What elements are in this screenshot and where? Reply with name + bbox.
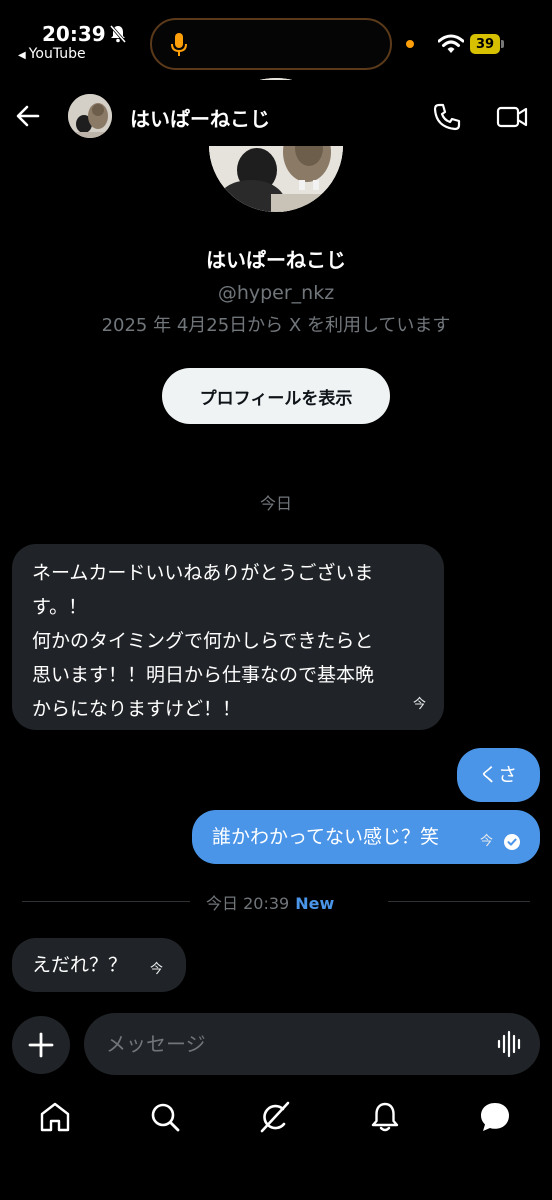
plus-icon	[28, 1032, 54, 1058]
view-profile-button[interactable]: プロフィールを表示	[162, 368, 390, 424]
message-text: くさ	[479, 764, 518, 786]
status-bar: 20:39 ◀ YouTube 39	[0, 0, 552, 80]
sent-message-bubble[interactable]: 誰かわかってない感じ？笑 今	[192, 810, 540, 864]
battery-level: 39	[470, 34, 500, 54]
message-timestamp: 今	[480, 834, 494, 849]
joined-date-text: 2025 年 4月25日から X を利用しています	[101, 315, 451, 336]
received-message-bubble[interactable]: ネームカードいいねありがとうございま す。！ 何かのタイミングで何かしらできたら…	[12, 544, 444, 730]
status-time: 20:39	[42, 22, 106, 46]
profile-name: はいぱーねこじ	[206, 248, 346, 272]
back-to-app-link[interactable]: ◀ YouTube	[18, 46, 86, 62]
back-arrow-icon[interactable]	[14, 102, 42, 130]
divider-label: 今日 20:39 New	[206, 890, 334, 914]
day-label: 今日	[259, 494, 292, 513]
phone-call-icon[interactable]	[432, 102, 462, 132]
bottom-tab-bar	[0, 1096, 552, 1146]
dynamic-island	[150, 18, 392, 70]
header-avatar[interactable]	[68, 94, 112, 138]
attach-plus-button[interactable]	[12, 1016, 70, 1074]
avatar-image	[68, 94, 112, 138]
message-timestamp: 今	[412, 697, 426, 712]
message-line: 何かのタイミングで何かしらできたらと	[32, 630, 374, 652]
received-message-bubble[interactable]: えだれ？？ 今	[12, 938, 186, 992]
message-line: ネームカードいいねありがとうございま	[32, 562, 374, 584]
back-app-label: YouTube	[28, 46, 86, 62]
message-line: 思います！！明日から仕事なので基本晩	[32, 664, 375, 686]
bell-slash-icon	[109, 25, 127, 43]
header-name[interactable]: はいぱーねこじ	[130, 103, 270, 132]
new-badge: New	[295, 894, 335, 913]
messages-icon[interactable]	[478, 1100, 512, 1134]
back-triangle-icon: ◀	[18, 50, 26, 61]
home-icon[interactable]	[38, 1100, 72, 1134]
battery-indicator: 39	[470, 34, 504, 54]
divider-time: 今日 20:39	[206, 894, 290, 913]
conversation-header: はいぱーねこじ	[0, 88, 552, 144]
new-messages-divider: 今日 20:39 New	[22, 888, 530, 914]
mic-indicator-dot	[406, 40, 414, 48]
grok-icon[interactable]	[258, 1100, 292, 1134]
message-input[interactable]	[84, 1013, 540, 1075]
message-line: からになりますけど！！	[32, 698, 242, 720]
wifi-icon	[438, 34, 464, 53]
notifications-icon[interactable]	[368, 1100, 402, 1134]
divider-line	[22, 901, 190, 902]
message-timestamp: 今	[150, 962, 164, 977]
message-text: 誰かわかってない感じ？笑	[212, 826, 440, 848]
read-check-icon	[504, 834, 520, 850]
divider-line	[388, 901, 530, 902]
battery-tip	[501, 40, 504, 48]
microphone-icon	[171, 33, 187, 56]
voice-waveform-icon[interactable]	[496, 1030, 524, 1058]
profile-handle: @hyper_nkz	[217, 282, 335, 304]
video-call-icon[interactable]	[496, 102, 528, 132]
message-line: す。！	[32, 596, 88, 618]
message-text: えだれ？？	[32, 954, 128, 976]
sent-message-bubble[interactable]: くさ	[457, 748, 540, 802]
search-icon[interactable]	[148, 1100, 182, 1134]
